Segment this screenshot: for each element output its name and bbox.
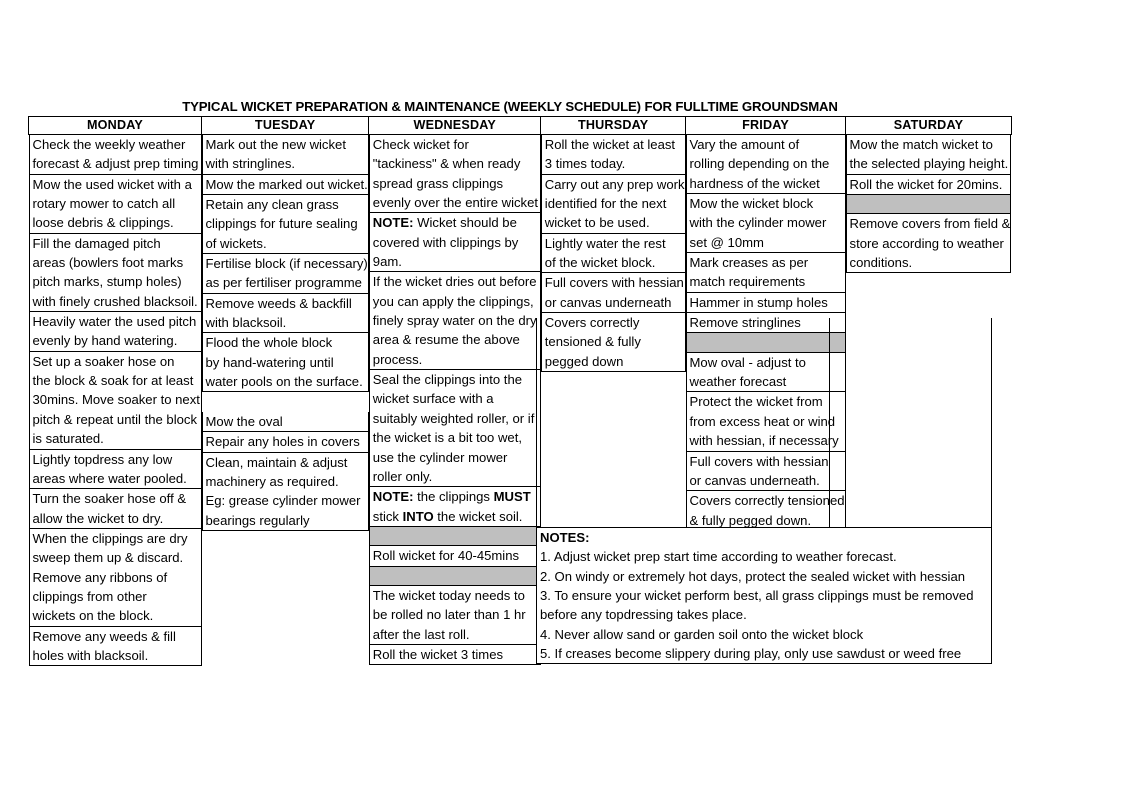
task-cell: Protect the wicket from from excess heat … [685,392,846,452]
column-header-monday: MONDAY [28,116,202,135]
task-list-saturday: Mow the match wicket to the selected play… [845,135,1012,274]
task-cell: Lightly water the rest of the wicket bloc… [540,233,686,274]
document-page: TYPICAL WICKET PREPARATION & MAINTENANCE… [0,0,1124,795]
task-cell: Covers correctly tensioned & fully pegged… [685,491,846,531]
task-cell: Check the weekly weather forecast & adjus… [28,135,202,175]
task-cell-shaded [685,333,846,353]
task-cell: Vary the amount of rolling depending on t… [685,135,846,195]
page-title: TYPICAL WICKET PREPARATION & MAINTENANCE… [182,99,838,114]
task-cell: Roll wicket for 40-45mins [368,546,541,567]
task-cell: Check wicket for "tackiness" & when ready… [368,135,541,214]
task-cell: Mow the match wicket to the selected play… [845,135,1012,175]
notes-panel: NOTES: 1. Adjust wicket prep start time … [536,527,992,664]
column-header-saturday: SATURDAY [845,116,1012,135]
task-cell: Fill the damaged pitch areas (bowlers foo… [28,233,202,313]
task-cell: Turn the soaker hose off & allow the wick… [28,489,202,529]
task-cell: Mark out the new wicket with stringlines. [201,135,369,175]
task-list-wednesday: Check wicket for "tackiness" & when ready… [368,135,541,666]
column-header-thursday: THURSDAY [540,116,687,135]
task-cell: Repair any holes in covers [201,432,369,453]
task-cell: Mark creases as per match requirements [685,253,846,293]
task-cell: If the wicket dries out before you can ap… [368,272,541,371]
task-cell: Lightly topdress any low areas where wate… [28,449,202,490]
task-cell: The wicket today needs to be rolled no la… [368,585,541,645]
column-header-wednesday: WEDNESDAY [368,116,542,135]
note-item: 2. On windy or extremely hot days, prote… [540,568,966,584]
task-cell: Flood the whole block by hand-watering un… [201,333,369,393]
task-cell: When the clippings are dry sweep them up … [28,528,202,627]
task-cell: Seal the clippings into the wicket surfac… [368,370,541,488]
note-item: 1. Adjust wicket prep start time accordi… [540,549,897,565]
table-header-row: MONDAY TUESDAY WEDNESDAY THURSDAY FRIDAY… [28,116,1012,135]
note-item: 3. To ensure your wicket perform best, a… [540,588,974,604]
day-column-monday: Check the weekly weather forecast & adjus… [28,135,202,667]
task-cell: Mow the oval [201,411,369,433]
task-cell: Mow oval - adjust to weather forecast [685,352,846,393]
task-cell: Roll the wicket for 20mins. [845,174,1012,196]
task-cell: Hammer in stump holes [685,292,846,314]
column-header-friday: FRIDAY [685,116,847,135]
task-list-monday: Check the weekly weather forecast & adjus… [28,135,202,667]
task-list-friday: Vary the amount of rolling depending on t… [685,135,846,531]
task-cell: Carry out any prep work identified for th… [540,174,686,234]
column-header-tuesday: TUESDAY [200,116,370,135]
task-cell: Fertilise block (if necessary) as per fer… [201,254,369,294]
task-cell: Roll the wicket 3 times [368,644,541,666]
task-cell-shaded [845,195,1012,215]
task-cell: Set up a soaker hose on the block & soak … [28,351,202,450]
task-cell: NOTE: the clippings MUST stick INTO the w… [368,487,541,527]
task-cell: Roll the wicket at least 3 times today. [540,135,686,175]
task-list-thursday: Roll the wicket at least 3 times today. Ca… [540,135,686,373]
table-rule-thursday-left [536,318,537,528]
task-cell: Remove weeds & backfill with blacksoil. [201,293,369,334]
task-cell: Mow the wicket block with the cylinder mo… [685,194,846,254]
task-cell: NOTE: Wicket should be covered with clipp… [368,213,541,273]
task-cell-shaded [368,566,541,586]
task-cell: Full covers with hessian or canvas undern… [540,273,686,314]
task-cell-spacer [202,392,369,411]
task-cell: Mow the marked out wicket. [201,174,369,196]
task-cell: Covers correctly tensioned & fully pegged … [540,313,686,373]
task-cell: Full covers with hessian or canvas undern… [685,451,846,492]
note-item: 4. Never allow sand or garden soil onto … [540,626,864,642]
task-list-tuesday: Mark out the new wicket with stringlines.… [201,135,369,531]
task-cell: Heavily water the used pitch evenly by ha… [28,312,202,352]
day-column-tuesday: Mark out the new wicket with stringlines.… [201,135,369,667]
task-cell: Clean, maintain & adjust machinery as req… [201,452,369,531]
task-cell-shaded [368,526,541,547]
task-cell: Remove any weeds & fill holes with blacks… [28,626,202,667]
table-rule-saturday-left [829,318,830,528]
task-cell: Remove covers from field & store accordin… [845,214,1012,274]
notes-list: 1. Adjust wicket prep start time accordi… [540,547,991,663]
task-cell: Mow the used wicket with a rotary mower t… [28,174,202,234]
note-item: 5. If creases become slippery during pla… [540,646,962,662]
notes-heading: NOTES: [540,530,590,545]
task-cell: Remove stringlines [685,313,846,334]
note-item: before any topdressing takes place. [540,607,747,623]
task-cell: Retain any clean grass clippings for futu… [201,195,369,255]
day-column-wednesday: Check wicket for "tackiness" & when ready… [368,135,541,667]
